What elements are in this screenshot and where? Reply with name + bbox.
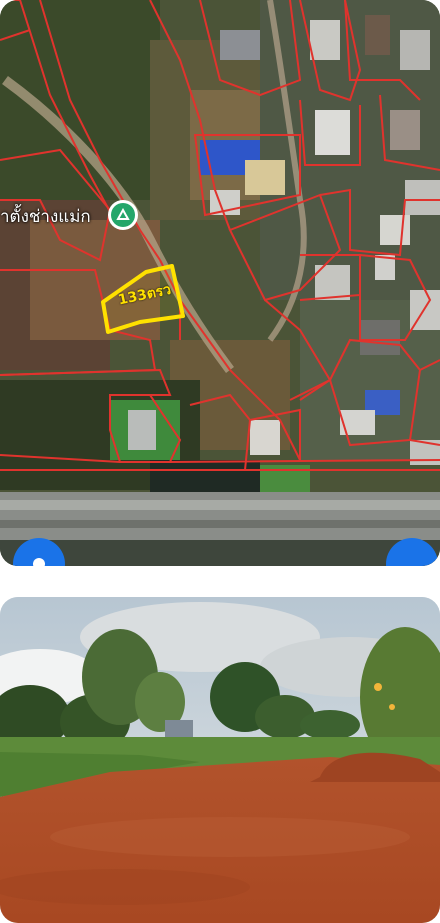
- place-label: าตั้งช่างแม่ก: [0, 207, 91, 227]
- map-canvas: [0, 0, 440, 566]
- land-plot-photo: [0, 597, 440, 923]
- photo-scene: [0, 597, 440, 923]
- place-marker-icon[interactable]: [108, 200, 138, 230]
- satellite-map[interactable]: าตั้งช่างแม่ก 133ตรว: [0, 0, 440, 566]
